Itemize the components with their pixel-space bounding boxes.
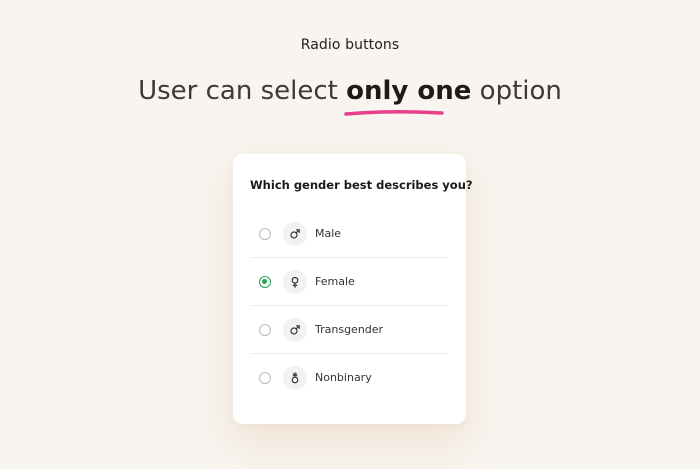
option-male[interactable]: Male xyxy=(250,210,448,258)
radio-button[interactable] xyxy=(259,323,271,336)
headline-text-after: option xyxy=(471,76,562,106)
female-icon xyxy=(283,269,307,294)
option-label: Female xyxy=(315,275,355,288)
radio-button-selected[interactable] xyxy=(259,275,271,288)
option-female[interactable]: Female xyxy=(250,258,448,306)
male-icon xyxy=(283,317,307,342)
underline-stroke xyxy=(344,109,444,116)
gender-question-card: Which gender best describes you? Male Fe… xyxy=(233,154,473,424)
option-nonbinary[interactable]: Nonbinary xyxy=(250,354,448,401)
option-transgender[interactable]: Transgender xyxy=(250,306,448,354)
nonbinary-icon xyxy=(283,365,307,390)
option-label: Nonbinary xyxy=(315,371,372,384)
radio-group: Male Female Transgender Nonbinary xyxy=(250,210,448,401)
radio-button[interactable] xyxy=(259,227,271,240)
radio-button[interactable] xyxy=(259,371,271,384)
page-headline: User can select only one option xyxy=(0,76,700,116)
male-icon xyxy=(283,221,307,246)
option-label: Male xyxy=(315,227,342,240)
headline-emphasis-text: only one xyxy=(346,76,472,106)
headline-emphasis: only one xyxy=(344,76,472,116)
page-caption: Radio buttons xyxy=(300,37,400,53)
question-label: Which gender best describes you? xyxy=(250,178,473,192)
headline-text-before: User can select xyxy=(138,76,347,106)
option-label: Transgender xyxy=(315,323,384,336)
